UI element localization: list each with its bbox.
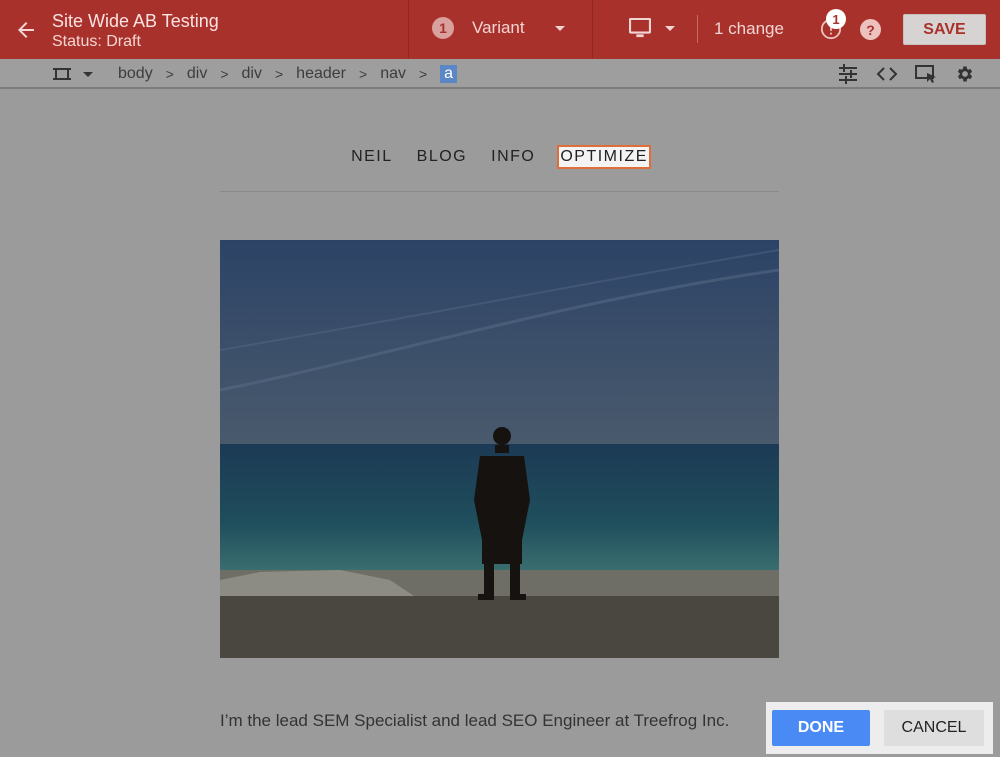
desktop-icon [629,18,651,38]
editor-tools [837,64,976,84]
breadcrumb-item-header[interactable]: header [296,65,346,83]
alert-count-badge: 1 [826,9,846,29]
edit-actions-panel: DONE CANCEL [766,702,993,754]
breadcrumb-separator: > [220,66,229,82]
variant-number-badge: 1 [432,17,454,39]
adjust-icon[interactable] [837,64,859,84]
bio-text: I’m the lead SEM Specialist and lead SEO… [220,711,730,730]
hero-photo [220,240,779,658]
breadcrumb-item-div[interactable]: div [187,65,207,83]
back-arrow-icon[interactable] [14,18,38,42]
chevron-down-icon [83,71,93,77]
nav-link-optimize-selected[interactable]: OPTIMIZE [557,145,651,169]
experiment-title-block: Site Wide AB Testing Status: Draft [52,10,219,52]
breadcrumb: body > div > div > header > nav > a [118,65,458,83]
divider [408,0,409,59]
header-divider [220,191,779,192]
done-button[interactable]: DONE [772,710,870,746]
editor-top-bar: Site Wide AB Testing Status: Draft 1 Var… [0,0,1000,59]
chevron-down-icon [554,25,565,31]
breadcrumb-separator: > [165,66,174,82]
experiment-status: Status: Draft [52,33,141,50]
nav-link-neil[interactable]: NEIL [349,145,395,169]
element-breadcrumb-bar: body > div > div > header > nav > a [0,59,1000,89]
gear-icon[interactable] [954,64,976,84]
cancel-button[interactable]: CANCEL [884,710,984,746]
breadcrumb-separator: > [274,66,284,82]
breadcrumb-item-body[interactable]: body [118,65,153,83]
breadcrumb-item-a[interactable]: a [440,65,458,83]
selection-mode-selector[interactable] [53,66,93,82]
variant-label: Variant [472,18,525,37]
select-element-icon[interactable] [915,64,937,84]
variant-selector[interactable]: 1 Variant [432,17,565,39]
breadcrumb-item-div[interactable]: div [242,65,262,83]
site-nav: NEIL BLOG INFO OPTIMIZE [0,145,1000,169]
selection-frame-icon [53,68,71,80]
save-button[interactable]: SAVE [903,14,986,45]
code-icon[interactable] [876,64,898,84]
help-icon[interactable]: ? [860,19,881,40]
device-selector[interactable] [629,18,675,38]
divider [697,15,698,43]
divider [592,0,593,59]
breadcrumb-separator: > [359,66,368,82]
breadcrumb-separator: > [418,66,428,82]
experiment-title: Site Wide AB Testing [52,11,219,31]
nav-link-info[interactable]: INFO [489,145,537,169]
breadcrumb-item-nav[interactable]: nav [380,65,406,83]
nav-link-blog[interactable]: BLOG [415,145,469,169]
changes-count-link[interactable]: 1 change [714,19,784,39]
chevron-down-icon [665,25,675,31]
